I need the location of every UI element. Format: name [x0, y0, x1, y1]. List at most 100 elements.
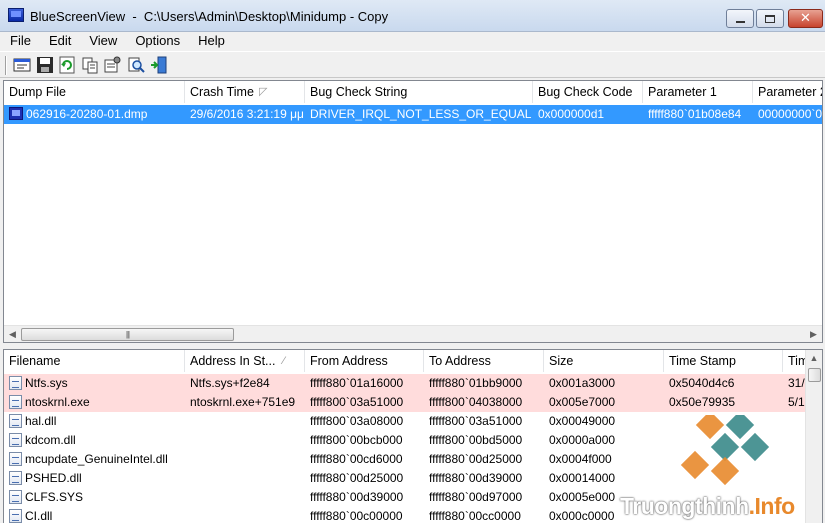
- to-address-cell: fffff800`04038000: [429, 395, 523, 409]
- sort-descending-icon: ◸: [259, 86, 268, 98]
- filename-cell: kdcom.dll: [4, 431, 185, 450]
- driver-row[interactable]: CI.dll fffff880`00c00000 fffff880`00cc0000…: [4, 507, 807, 523]
- size-cell: 0x005e7000: [549, 395, 616, 409]
- parameter-1-cell: fffff880`01b08e84: [648, 107, 742, 121]
- driver-file-icon: [9, 509, 22, 523]
- driver-row[interactable]: ntoskrnl.exe ntoskrnl.exe+751e9 fffff800`0…: [4, 393, 807, 412]
- find-icon[interactable]: [127, 56, 145, 74]
- dump-files-list[interactable]: Dump File Crash Time ◸ Bug Check String B…: [3, 80, 823, 343]
- maximize-icon: [765, 14, 775, 23]
- menu-edit[interactable]: Edit: [39, 32, 79, 50]
- scroll-left-icon[interactable]: ◀: [4, 326, 21, 342]
- driver-filename: PSHED.dll: [25, 471, 82, 485]
- dump-file-cell: 062916-20280-01.dmp: [4, 105, 185, 124]
- driver-file-icon: [9, 414, 22, 428]
- time-stamp-cell: 0x50e79935: [669, 395, 736, 409]
- column-crash-time[interactable]: Crash Time ◸: [185, 81, 305, 103]
- driver-file-icon: [9, 395, 22, 409]
- drivers-header: Filename Address In St... ⁄ From Address …: [4, 350, 807, 372]
- from-address-cell: fffff880`00d25000: [310, 471, 404, 485]
- from-address-cell: fffff800`03a08000: [310, 414, 404, 428]
- address-in-stack-cell: [185, 488, 305, 507]
- close-button[interactable]: ✕: [788, 9, 823, 28]
- scroll-thumb[interactable]: |||: [21, 328, 234, 341]
- to-address-cell: fffff880`00d25000: [429, 452, 523, 466]
- driver-filename: hal.dll: [25, 414, 57, 428]
- column-parameter-1[interactable]: Parameter 1: [643, 81, 753, 103]
- to-address-cell: fffff880`00cc0000: [429, 509, 521, 523]
- address-in-stack-cell: [185, 412, 305, 431]
- menu-bar: File Edit View Options Help: [0, 32, 825, 50]
- menu-options[interactable]: Options: [125, 32, 188, 50]
- time-cell: [783, 450, 807, 469]
- size-cell: 0x00049000: [549, 414, 616, 428]
- dump-row[interactable]: 062916-20280-01.dmp 29/6/2016 3:21:19 μμ…: [4, 105, 822, 124]
- filename-cell: Ntfs.sys: [4, 374, 185, 393]
- column-bug-check-code[interactable]: Bug Check Code: [533, 81, 643, 103]
- title-bar[interactable]: BlueScreenView - C:\Users\Admin\Desktop\…: [0, 0, 825, 32]
- maximize-button[interactable]: [756, 9, 784, 28]
- time-cell: [783, 431, 807, 450]
- time-cell: 31/: [788, 376, 805, 390]
- time-cell: [783, 469, 807, 488]
- toolbar-separator: [5, 56, 7, 75]
- driver-file-icon: [9, 490, 22, 504]
- dump-files-header: Dump File Crash Time ◸ Bug Check String B…: [4, 81, 822, 103]
- bug-check-string-cell: DRIVER_IRQL_NOT_LESS_OR_EQUAL: [310, 107, 532, 121]
- toolbar: [0, 51, 825, 78]
- to-address-cell: fffff800`00bd5000: [429, 433, 523, 447]
- driver-row[interactable]: PSHED.dll fffff880`00d25000 fffff880`00d39…: [4, 469, 807, 488]
- time-stamp-cell: [664, 431, 783, 450]
- driver-filename: mcupdate_GenuineIntel.dll: [25, 452, 168, 466]
- column-bug-check-string[interactable]: Bug Check String: [305, 81, 533, 103]
- column-time-stamp[interactable]: Time Stamp: [664, 350, 783, 372]
- drivers-vscrollbar[interactable]: ▲: [805, 350, 822, 523]
- save-icon[interactable]: [36, 56, 54, 74]
- menu-help[interactable]: Help: [188, 32, 233, 50]
- time-stamp-cell: 0x5040d4c6: [669, 376, 735, 390]
- filename-cell: mcupdate_GenuineIntel.dll: [4, 450, 185, 469]
- minimize-button[interactable]: [726, 9, 754, 28]
- driver-file-icon: [9, 433, 22, 447]
- column-dump-file[interactable]: Dump File: [4, 81, 185, 103]
- column-from-address[interactable]: From Address: [305, 350, 424, 372]
- menu-view[interactable]: View: [79, 32, 125, 50]
- advanced-options-icon[interactable]: [103, 56, 121, 74]
- size-cell: 0x00014000: [549, 471, 616, 485]
- properties-icon[interactable]: [13, 56, 31, 74]
- driver-row[interactable]: hal.dll fffff800`03a08000 fffff800`03a5100…: [4, 412, 807, 431]
- time-cell: [783, 507, 807, 523]
- column-filename[interactable]: Filename: [4, 350, 185, 372]
- time-cell: [783, 488, 807, 507]
- exit-icon[interactable]: [150, 56, 168, 74]
- column-parameter-2[interactable]: Parameter 2: [753, 81, 822, 103]
- filename-cell: hal.dll: [4, 412, 185, 431]
- driver-row[interactable]: Ntfs.sys Ntfs.sys+f2e84 fffff880`01a16000 f…: [4, 374, 807, 393]
- menu-file[interactable]: File: [0, 32, 39, 50]
- driver-row[interactable]: mcupdate_GenuineIntel.dll fffff880`00cd60…: [4, 450, 807, 469]
- driver-row[interactable]: CLFS.SYS fffff880`00d39000 fffff880`00d970…: [4, 488, 807, 507]
- vscroll-thumb[interactable]: [808, 368, 821, 382]
- to-address-cell: fffff800`03a51000: [429, 414, 523, 428]
- dump-files-hscrollbar[interactable]: ◀ ||| ▶: [4, 325, 822, 342]
- to-address-cell: fffff880`00d39000: [429, 471, 523, 485]
- copy-icon[interactable]: [81, 56, 99, 74]
- drivers-list[interactable]: Filename Address In St... ⁄ From Address …: [3, 349, 823, 523]
- time-cell: 5/1: [788, 395, 805, 409]
- scroll-right-icon[interactable]: ▶: [805, 326, 822, 342]
- size-cell: 0x0005e000: [549, 490, 616, 504]
- from-address-cell: fffff800`03a51000: [310, 395, 404, 409]
- column-to-address[interactable]: To Address: [424, 350, 544, 372]
- driver-file-icon: [9, 471, 22, 485]
- address-in-stack-cell: Ntfs.sys+f2e84: [190, 376, 270, 390]
- column-address-in-stack[interactable]: Address In St... ⁄: [185, 350, 305, 372]
- dump-file-icon: [9, 107, 23, 120]
- column-time[interactable]: Tim: [783, 350, 807, 372]
- address-in-stack-cell: [185, 450, 305, 469]
- driver-row[interactable]: kdcom.dll fffff800`00bcb000 fffff800`00bd5…: [4, 431, 807, 450]
- size-cell: 0x001a3000: [549, 376, 616, 390]
- refresh-icon[interactable]: [58, 56, 76, 74]
- column-size[interactable]: Size: [544, 350, 664, 372]
- from-address-cell: fffff880`00cd6000: [310, 452, 403, 466]
- scroll-up-icon[interactable]: ▲: [806, 350, 822, 366]
